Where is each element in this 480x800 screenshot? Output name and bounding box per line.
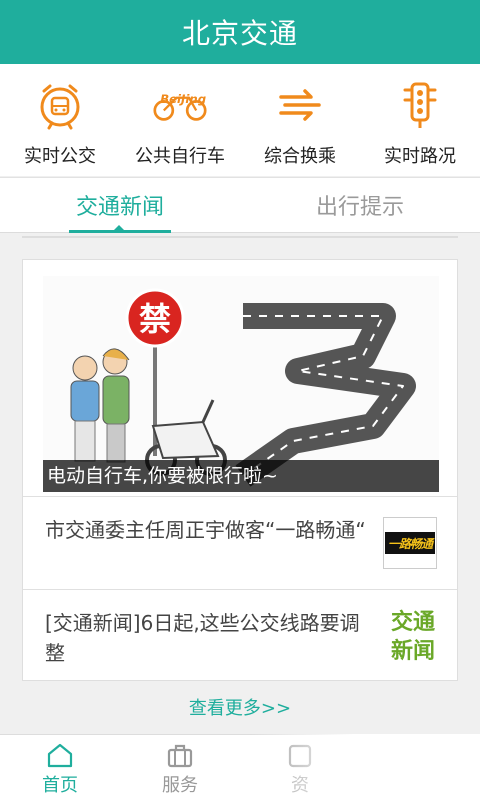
svg-text:BeiJing: BeiJing <box>160 92 206 106</box>
view-more-link[interactable]: 查看更多>> <box>0 694 480 720</box>
app-title: 北京交通 <box>181 17 298 50</box>
sign-text: 禁 <box>139 300 171 338</box>
quick-action-traffic[interactable]: 实时路况 <box>360 64 480 176</box>
nav-label: 服务 <box>162 775 198 796</box>
quick-action-label: 公共自行车 <box>135 146 225 167</box>
app-title-bar: 北京交通 <box>0 0 480 64</box>
news-tabs: 交通新闻 出行提示 <box>0 177 480 233</box>
news-card: 禁 电动自行车,你要被限行啦~ 市交通委主任周正宇做客“一路畅通“ 一路畅通 [… <box>22 259 458 681</box>
nav-fade-overlay <box>250 734 480 800</box>
quick-action-label: 实时公交 <box>24 146 96 167</box>
news-thumbnail: 一路畅通 <box>383 517 437 569</box>
traffic-light-icon <box>393 78 447 132</box>
news-title: 市交通委主任周正宇做客“一路畅通“ <box>45 518 366 542</box>
thumbnail-logo-text: 一路畅通 <box>385 532 435 554</box>
quick-action-label: 实时路况 <box>384 146 456 167</box>
bicycle-icon: BeiJing <box>153 78 207 132</box>
news-title: [交通新闻]6日起,这些公交线路要调整 <box>45 611 360 665</box>
transfer-icon <box>273 78 327 132</box>
tab-label: 出行提示 <box>315 195 404 220</box>
nav-services[interactable]: 服务 <box>120 735 240 800</box>
nav-label: 首页 <box>42 775 78 796</box>
quick-action-realtime-bus[interactable]: 实时公交 <box>0 64 120 176</box>
hero-banner[interactable]: 禁 电动自行车,你要被限行啦~ <box>43 276 439 492</box>
quick-action-label: 综合换乘 <box>264 146 336 167</box>
divider <box>22 236 458 238</box>
quick-action-transfer[interactable]: 综合换乘 <box>240 64 360 176</box>
tab-travel-tips[interactable]: 出行提示 <box>240 178 480 232</box>
home-icon <box>46 741 74 769</box>
news-item[interactable]: 市交通委主任周正宇做客“一路畅通“ 一路畅通 <box>23 496 457 589</box>
news-category-tag: 交通新闻 <box>390 610 435 664</box>
hero-caption: 电动自行车,你要被限行啦~ <box>43 460 439 492</box>
news-item[interactable]: [交通新闻]6日起,这些公交线路要调整 交通新闻 <box>23 589 457 682</box>
quick-action-public-bike[interactable]: BeiJing 公共自行车 <box>120 64 240 176</box>
tab-traffic-news[interactable]: 交通新闻 <box>0 178 240 233</box>
nav-home[interactable]: 首页 <box>0 735 120 800</box>
tab-label: 交通新闻 <box>75 195 164 220</box>
briefcase-icon <box>166 741 194 769</box>
bus-clock-icon <box>33 78 87 132</box>
quick-actions: 实时公交 BeiJing 公共自行车 综合换乘 实时路况 <box>0 64 480 176</box>
tab-indicator-caret <box>112 225 126 232</box>
